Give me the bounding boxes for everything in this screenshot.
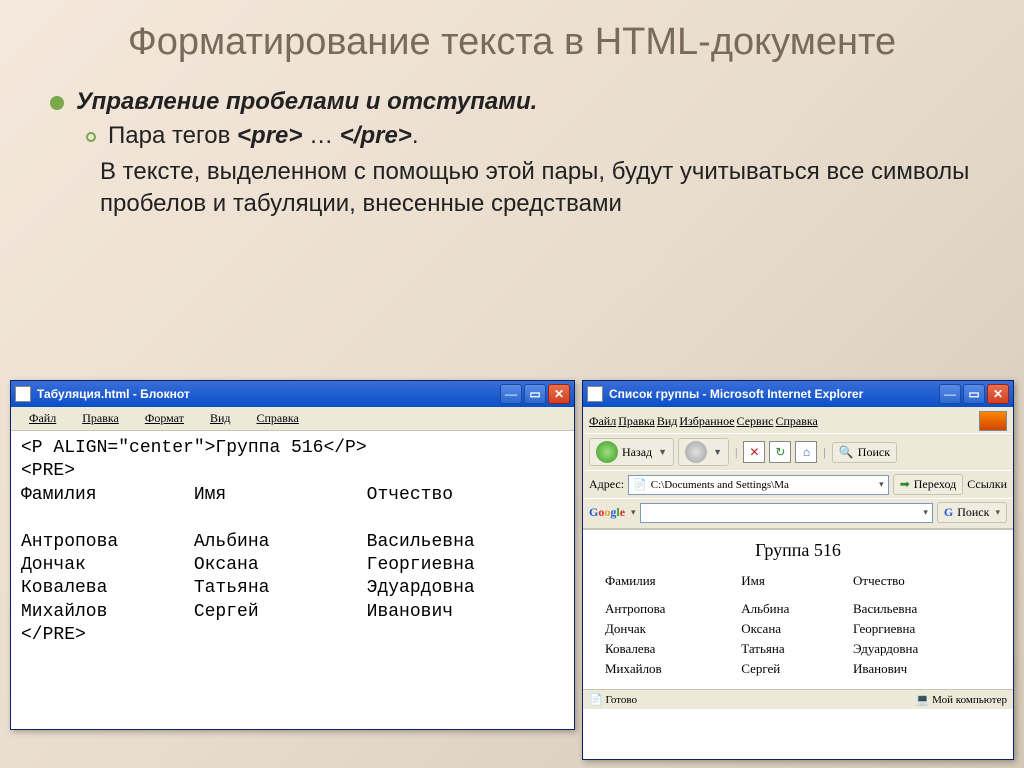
back-label: Назад (622, 445, 652, 460)
paragraph-text: В тексте, выделенном с помощью этой пары… (100, 156, 974, 221)
table-row: КовалеваТатьянаЭдуардовна (601, 639, 995, 659)
ie-toolbar: Файл Правка Вид Избранное Сервис Справка… (583, 407, 1013, 529)
notepad-icon (15, 386, 31, 402)
chevron-down-icon: ▼ (656, 447, 667, 457)
menu-file[interactable]: Файл (17, 409, 68, 428)
ie-menu-file[interactable]: Файл (589, 414, 616, 429)
google-search-input[interactable]: ▾ (640, 503, 933, 523)
ie-close-button[interactable]: ✕ (987, 384, 1009, 404)
ie-menu-favorites[interactable]: Избранное (679, 414, 734, 429)
bullet2-mid: … (302, 122, 339, 149)
ie-menu-help[interactable]: Справка (775, 414, 817, 429)
go-arrow-icon: ➡ (900, 477, 910, 492)
table-header-row: Фамилия Имя Отчество (601, 571, 995, 591)
col-name: Имя (737, 571, 849, 591)
col-patronymic: Отчество (849, 571, 995, 591)
forward-button[interactable]: ▼ (678, 438, 729, 466)
pre-open-tag: <pre> (237, 122, 302, 149)
ie-menu-tools[interactable]: Сервис (737, 414, 774, 429)
ie-menu-edit[interactable]: Правка (618, 414, 655, 429)
back-arrow-icon (596, 441, 618, 463)
notepad-titlebar[interactable]: Табуляция.html - Блокнот — ▭ ✕ (11, 381, 574, 407)
table-row: МихайловСергейИванович (601, 659, 995, 679)
status-zone: 💻 Мой компьютер (916, 693, 1007, 706)
notepad-code: <P ALIGN="center">Группа 516</P> <PRE> Ф… (21, 437, 564, 648)
search-icon: 🔍 (839, 445, 854, 460)
refresh-button[interactable]: ↻ (769, 441, 791, 463)
address-dropdown-icon[interactable]: ▾ (877, 479, 884, 490)
bullet1-text: Управление пробелами и отступами. (76, 88, 537, 116)
minimize-button[interactable]: — (500, 384, 522, 404)
bullet-ring-icon (86, 132, 96, 142)
bullet-level1: Управление пробелами и отступами. (50, 88, 974, 116)
notepad-title: Табуляция.html - Блокнот (37, 387, 500, 401)
forward-arrow-icon (685, 441, 707, 463)
ie-maximize-button[interactable]: ▭ (963, 384, 985, 404)
ie-nav-toolbar: Назад ▼ ▼ | ✕ ↻ ⌂ | 🔍 Поиск (585, 433, 1011, 470)
google-toolbar: Google▾ ▾ G Поиск▾ (585, 498, 1011, 526)
address-bar-row: Адрес: 📄 C:\Documents and Settings\Ма ▾ … (585, 470, 1011, 498)
close-button[interactable]: ✕ (548, 384, 570, 404)
menu-help[interactable]: Справка (244, 409, 310, 428)
ie-titlebar[interactable]: Список группы - Microsoft Internet Explo… (583, 381, 1013, 407)
google-logo[interactable]: Google (589, 505, 625, 520)
ie-window: Список группы - Microsoft Internet Explo… (582, 380, 1014, 760)
bullet-dot-icon (50, 96, 64, 110)
notepad-window: Табуляция.html - Блокнот — ▭ ✕ Файл Прав… (10, 380, 575, 730)
ie-menu-view[interactable]: Вид (657, 414, 678, 429)
address-label: Адрес: (589, 477, 624, 492)
group-table: Фамилия Имя Отчество АнтроповаАльбинаВас… (601, 571, 995, 679)
notepad-body[interactable]: <P ALIGN="center">Группа 516</P> <PRE> Ф… (11, 431, 574, 654)
ie-minimize-button[interactable]: — (939, 384, 961, 404)
col-surname: Фамилия (601, 571, 737, 591)
bullet2-suffix: . (412, 122, 419, 149)
ie-menubar: Файл Правка Вид Избранное Сервис Справка (585, 409, 1011, 433)
address-input[interactable]: 📄 C:\Documents and Settings\Ма ▾ (628, 475, 889, 495)
bullet2-prefix: Пара тегов (108, 122, 237, 149)
go-button[interactable]: ➡ Переход (893, 474, 964, 495)
windows-logo-icon (979, 411, 1007, 431)
back-button[interactable]: Назад ▼ (589, 438, 674, 466)
slide-content: Управление пробелами и отступами. Пара т… (0, 88, 1024, 221)
menu-edit[interactable]: Правка (70, 409, 131, 428)
page-heading: Группа 516 (601, 540, 995, 561)
maximize-button[interactable]: ▭ (524, 384, 546, 404)
menu-view[interactable]: Вид (198, 409, 243, 428)
home-button[interactable]: ⌂ (795, 441, 817, 463)
ie-title: Список группы - Microsoft Internet Explo… (609, 387, 939, 401)
table-row: АнтроповаАльбинаВасильевна (601, 599, 995, 619)
ie-page-content: Группа 516 Фамилия Имя Отчество Антропов… (583, 529, 1013, 689)
ie-statusbar: 📄 Готово 💻 Мой компьютер (583, 689, 1013, 709)
search-button[interactable]: 🔍 Поиск (832, 442, 897, 463)
links-label[interactable]: Ссылки (967, 477, 1007, 492)
stop-button[interactable]: ✕ (743, 441, 765, 463)
status-ready: 📄 Готово (589, 693, 637, 706)
go-label: Переход (914, 477, 956, 492)
google-search-button[interactable]: G Поиск▾ (937, 502, 1007, 523)
slide-title: Форматирование текста в HTML-документе (0, 0, 1024, 76)
bullet-level2: Пара тегов <pre> … </pre>. (86, 122, 974, 150)
table-row: ДончакОксанаГеоргиевна (601, 619, 995, 639)
ie-icon (587, 386, 603, 402)
page-icon: 📄 (633, 478, 647, 491)
address-value: C:\Documents and Settings\Ма (651, 479, 789, 491)
search-label: Поиск (858, 445, 890, 460)
menu-format[interactable]: Формат (133, 409, 196, 428)
bullet2-text: Пара тегов <pre> … </pre>. (108, 122, 418, 150)
pre-close-tag: </pre> (340, 122, 412, 149)
google-g-icon: G (944, 505, 953, 520)
notepad-menubar: Файл Правка Формат Вид Справка (11, 407, 574, 431)
google-search-label: Поиск (957, 505, 989, 520)
